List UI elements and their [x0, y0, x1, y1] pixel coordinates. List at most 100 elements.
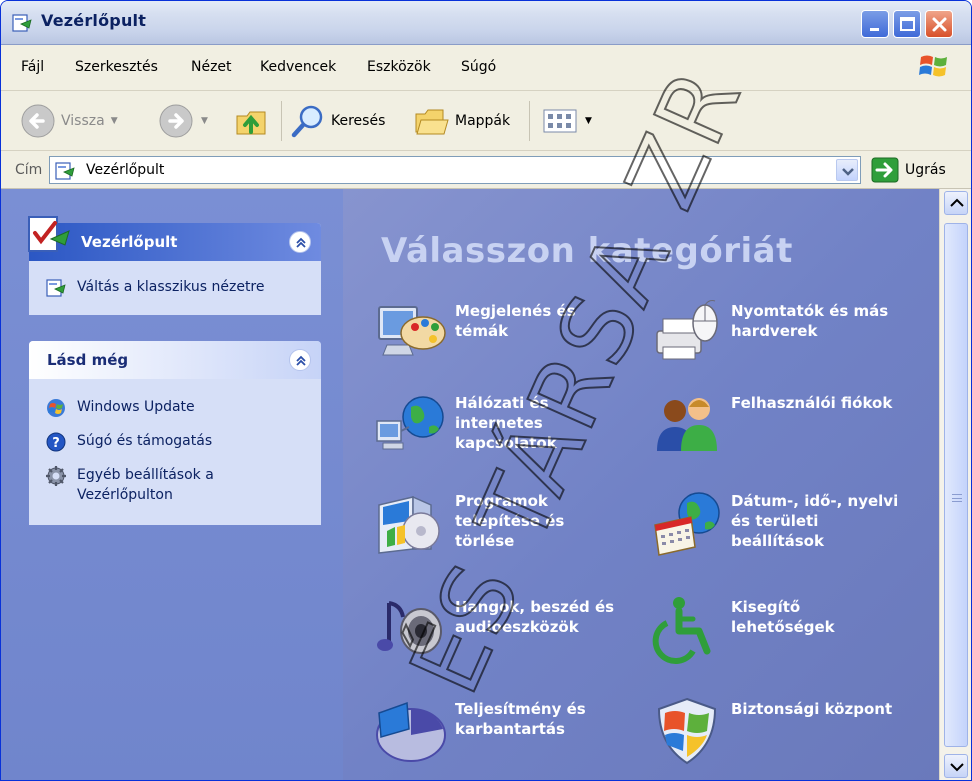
toolbar-separator	[529, 101, 530, 141]
category-label: Hangok, beszéd és audioeszközök	[455, 598, 615, 636]
category-security-center[interactable]: Biztonsági központ	[649, 695, 901, 767]
control-panel-icon	[28, 216, 70, 252]
see-also-section-header[interactable]: Lásd még	[29, 341, 321, 379]
menu-tools[interactable]: Eszközök	[367, 59, 431, 75]
network-icon	[376, 396, 444, 450]
category-performance[interactable]: Teljesítmény és karbantartás	[373, 695, 625, 767]
title-bar[interactable]: Vezérlőpult	[1, 1, 971, 45]
windows-update-link[interactable]: Windows Update	[29, 391, 321, 425]
content-area: Vezérlőpult Váltás a klasszikus nézetre	[1, 189, 971, 780]
forward-button[interactable]: ▼	[157, 99, 208, 143]
scroll-grip-icon	[952, 494, 962, 502]
maximize-icon	[900, 17, 915, 31]
go-arrow-icon	[871, 157, 899, 183]
menu-help[interactable]: Súgó	[461, 59, 496, 75]
views-button[interactable]: ▼	[541, 99, 592, 143]
chevron-down-icon	[950, 763, 964, 772]
explorer-window: Vezérlőpult Fájl Szerkesztés Nézet Kedve…	[0, 0, 972, 781]
address-value: Vezérlőpult	[86, 162, 165, 178]
menu-edit[interactable]: Szerkesztés	[75, 59, 158, 75]
category-area: Válasszon kategóriát Megjelenés és témák	[343, 189, 939, 780]
see-also-section: Lásd még Windows Update ? Súgó és támoga…	[29, 341, 321, 525]
go-label: Ugrás	[905, 162, 946, 178]
category-label: Nyomtatók és más hardverek	[731, 302, 889, 340]
control-panel-icon	[12, 14, 32, 32]
category-label: Teljesítmény és karbantartás	[455, 700, 586, 738]
category-label: Felhasználói fiókok	[731, 394, 893, 412]
search-icon	[291, 105, 323, 138]
category-printers-hardware[interactable]: Nyomtatók és más hardverek	[649, 297, 901, 369]
up-button[interactable]	[233, 99, 271, 143]
chevron-down-icon	[842, 168, 854, 176]
category-label: Biztonsági központ	[731, 700, 893, 718]
link-label: Egyéb beállítások a Vezérlőpulton	[77, 467, 214, 503]
collapse-button[interactable]	[289, 231, 311, 253]
chevron-up-icon	[950, 198, 964, 207]
category-label: Megjelenés és témák	[455, 302, 576, 340]
collapse-button[interactable]	[289, 349, 311, 371]
scroll-down-button[interactable]	[944, 754, 968, 778]
security-center-icon	[657, 697, 717, 765]
performance-icon	[376, 701, 446, 762]
user-accounts-icon	[657, 398, 717, 451]
category-label: Hálózati és internetes kapcsolatok	[455, 394, 557, 452]
menu-favorites[interactable]: Kedvencek	[260, 59, 336, 75]
toolbar-separator	[281, 101, 282, 141]
search-label: Keresés	[331, 113, 386, 129]
close-icon	[932, 17, 947, 32]
category-label: Dátum-, idő-, nyelvi és területi beállít…	[731, 492, 899, 550]
section-title: Lásd még	[47, 351, 129, 369]
gear-icon	[46, 466, 66, 486]
search-button[interactable]: Keresés	[289, 99, 385, 143]
help-icon: ?	[46, 432, 66, 452]
add-remove-programs-icon	[378, 495, 440, 554]
control-panel-section: Vezérlőpult Váltás a klasszikus nézetre	[28, 216, 321, 315]
sound-icon	[377, 601, 442, 654]
category-sounds[interactable]: Hangok, beszéd és audioeszközök	[373, 593, 625, 665]
category-label: Kisegítő lehetőségek	[731, 598, 835, 636]
menu-file[interactable]: Fájl	[21, 59, 44, 75]
other-settings-link[interactable]: Egyéb beállítások a Vezérlőpulton	[29, 459, 321, 511]
scroll-up-button[interactable]	[944, 191, 968, 215]
maximize-button[interactable]	[893, 10, 921, 38]
go-button[interactable]: Ugrás	[871, 157, 946, 183]
control-panel-section-header[interactable]: Vezérlőpult	[28, 216, 321, 261]
svg-text:?: ?	[52, 436, 60, 451]
address-label: Cím	[15, 162, 43, 178]
forward-dropdown-icon[interactable]: ▼	[201, 116, 208, 126]
control-panel-icon	[46, 279, 66, 297]
section-title: Vezérlőpult	[81, 233, 178, 251]
views-dropdown-icon[interactable]: ▼	[585, 116, 592, 126]
category-appearance[interactable]: Megjelenés és témák	[373, 297, 625, 369]
views-icon	[543, 109, 577, 133]
menu-view[interactable]: Nézet	[191, 59, 232, 75]
category-add-remove-programs[interactable]: Programok telepítése és törlése	[373, 487, 625, 559]
back-button[interactable]: Vissza ▼	[19, 99, 118, 143]
accessibility-icon	[652, 597, 711, 665]
menu-bar: Fájl Szerkesztés Nézet Kedvencek Eszközö…	[1, 45, 971, 91]
address-dropdown-button[interactable]	[836, 159, 858, 181]
task-pane: Vezérlőpult Váltás a klasszikus nézetre	[1, 189, 343, 780]
minimize-button[interactable]	[861, 10, 889, 38]
vertical-scrollbar[interactable]	[939, 189, 971, 780]
switch-classic-view-link[interactable]: Váltás a klasszikus nézetre	[29, 271, 321, 305]
category-network[interactable]: Hálózati és internetes kapcsolatok	[373, 389, 625, 461]
address-input[interactable]: Vezérlőpult	[49, 156, 861, 184]
category-accessibility[interactable]: Kisegítő lehetőségek	[649, 593, 901, 665]
window-title: Vezérlőpult	[41, 11, 147, 30]
back-dropdown-icon[interactable]: ▼	[111, 116, 118, 126]
address-bar: Cím Vezérlőpult Ugrás	[1, 151, 971, 189]
category-date-time-language[interactable]: Dátum-, idő-, nyelvi és területi beállít…	[649, 487, 901, 559]
category-user-accounts[interactable]: Felhasználói fiókok	[649, 389, 901, 461]
scroll-thumb[interactable]	[944, 223, 968, 747]
date-time-icon	[654, 492, 720, 556]
minimize-icon	[870, 28, 879, 31]
back-arrow-icon	[21, 104, 55, 138]
link-label: Súgó és támogatás	[77, 433, 213, 449]
double-chevron-up-icon	[296, 237, 306, 248]
printer-icon	[656, 300, 718, 360]
folders-button[interactable]: Mappák	[413, 99, 510, 143]
help-support-link[interactable]: ? Súgó és támogatás	[29, 425, 321, 459]
back-label: Vissza	[61, 113, 105, 129]
close-button[interactable]	[925, 10, 953, 38]
